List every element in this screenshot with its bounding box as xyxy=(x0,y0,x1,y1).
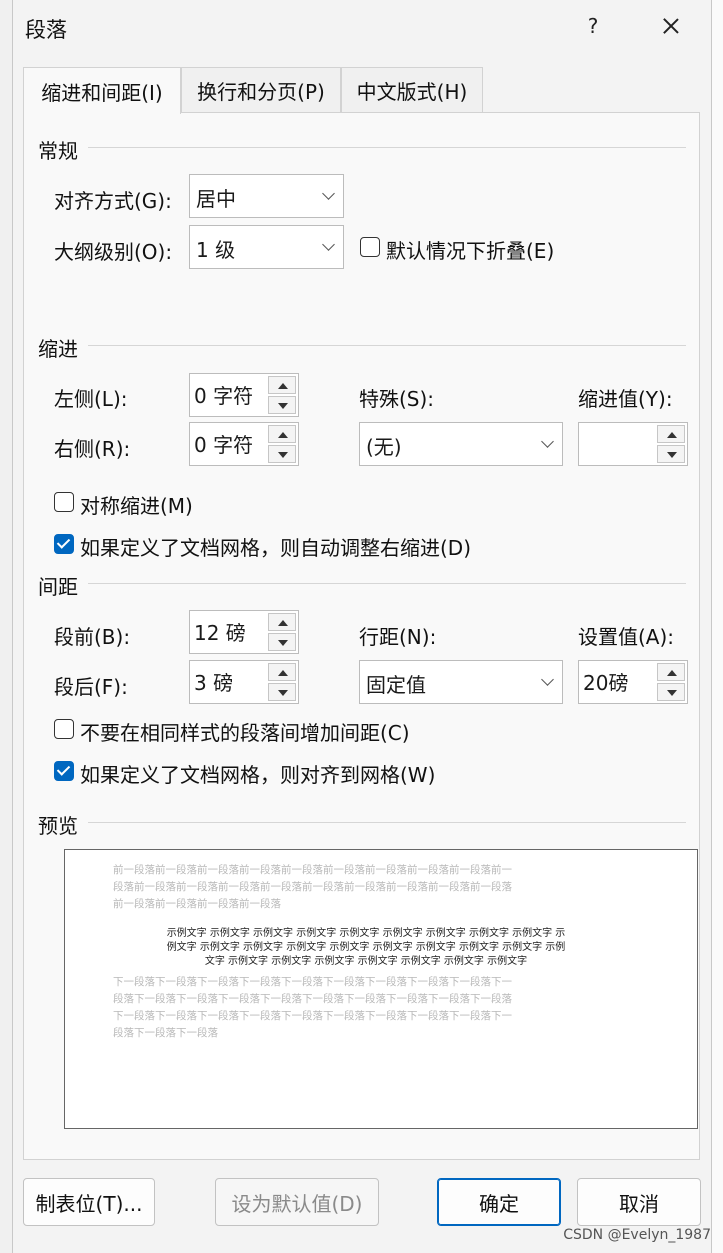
spin-up-icon[interactable] xyxy=(268,425,296,443)
outline-level-label: 大纲级别(O): xyxy=(54,240,173,264)
no-space-same-style-checkbox[interactable] xyxy=(54,719,74,739)
spinner-buttons xyxy=(268,663,296,701)
tab-panel: 常规 对齐方式(G): 居中 大纲级别(O): 1 级 默认情况下折叠(E) 缩… xyxy=(23,112,700,1160)
title-bar: 段落 ? xyxy=(13,0,711,54)
alignment-label: 对齐方式(G): xyxy=(54,189,172,213)
chevron-down-icon xyxy=(541,673,554,686)
spin-down-icon[interactable] xyxy=(657,683,685,701)
background-window-left xyxy=(0,0,12,1253)
section-spacing-title: 间距 xyxy=(38,575,78,599)
indent-right-value: 0 字符 xyxy=(194,433,254,457)
close-icon[interactable] xyxy=(653,8,689,44)
set-as-default-button[interactable]: 设为默认值(D) xyxy=(215,1178,379,1226)
spin-up-icon[interactable] xyxy=(268,613,296,631)
tabs-button[interactable]: 制表位(T)... xyxy=(23,1178,155,1226)
preview-line: 前一段落前一段落前一段落前一段落前一段落前一段落前一段落前一段落前一段落前一 xyxy=(113,864,512,876)
line-spacing-at-value: 20磅 xyxy=(583,671,629,695)
outline-level-value: 1 级 xyxy=(196,238,236,262)
preview-line: 前一段落前一段落前一段落前一段落 xyxy=(113,898,281,910)
indent-by-spinner[interactable] xyxy=(578,422,688,466)
collapse-label: 默认情况下折叠(E) xyxy=(386,239,555,263)
cancel-button[interactable]: 取消 xyxy=(577,1178,701,1226)
indent-by-label: 缩进值(Y): xyxy=(578,387,673,411)
indent-left-spinner[interactable]: 0 字符 xyxy=(189,373,299,417)
divider xyxy=(88,147,686,148)
space-after-label: 段后(F): xyxy=(54,675,128,699)
spin-down-icon[interactable] xyxy=(268,683,296,701)
preview-box: 前一段落前一段落前一段落前一段落前一段落前一段落前一段落前一段落前一段落前一 段… xyxy=(64,849,698,1129)
alignment-value: 居中 xyxy=(196,187,236,211)
section-general-title: 常规 xyxy=(38,139,78,163)
divider xyxy=(88,822,686,823)
line-spacing-value: 固定值 xyxy=(366,673,426,697)
line-spacing-label: 行距(N): xyxy=(359,625,437,649)
spin-down-icon[interactable] xyxy=(268,396,296,414)
spinner-buttons xyxy=(657,425,685,463)
section-preview-title: 预览 xyxy=(38,814,78,838)
space-before-value: 12 磅 xyxy=(194,621,246,645)
alignment-select[interactable]: 居中 xyxy=(189,174,344,218)
chevron-down-icon xyxy=(322,187,335,200)
spin-up-icon[interactable] xyxy=(657,663,685,681)
collapse-checkbox[interactable] xyxy=(360,237,380,257)
spin-up-icon[interactable] xyxy=(657,425,685,443)
special-indent-value: (无) xyxy=(366,435,402,459)
indent-right-spinner[interactable]: 0 字符 xyxy=(189,422,299,466)
watermark-text: CSDN @Evelyn_1987 xyxy=(563,1227,711,1243)
help-button[interactable]: ? xyxy=(583,14,603,38)
spin-up-icon[interactable] xyxy=(268,663,296,681)
preview-line: 文字 示例文字 示例文字 示例文字 示例文字 示例文字 示例文字 示例文字 xyxy=(204,956,528,967)
line-spacing-at-spinner[interactable]: 20磅 xyxy=(578,660,688,704)
space-after-value: 3 磅 xyxy=(194,671,234,695)
mirror-indent-label: 对称缩进(M) xyxy=(80,494,193,518)
special-indent-label: 特殊(S): xyxy=(359,387,435,411)
preview-line: 例文字 示例文字 示例文字 示例文字 示例文字 示例文字 示例文字 示例文字 示… xyxy=(166,942,566,953)
space-before-spinner[interactable]: 12 磅 xyxy=(189,610,299,654)
divider xyxy=(88,345,686,346)
preview-sample-paragraph: 示例文字 示例文字 示例文字 示例文字 示例文字 示例文字 示例文字 示例文字 … xyxy=(113,927,619,969)
section-indent-title: 缩进 xyxy=(38,337,78,361)
outline-level-select[interactable]: 1 级 xyxy=(189,225,344,269)
preview-next-paragraph: 下一段落下一段落下一段落下一段落下一段落下一段落下一段落下一段落下一段落下一 段… xyxy=(113,974,619,1042)
preview-line: 示例文字 示例文字 示例文字 示例文字 示例文字 示例文字 示例文字 示例文字 … xyxy=(166,928,566,939)
auto-right-indent-checkbox[interactable] xyxy=(54,534,74,554)
preview-line: 段落前一段落前一段落前一段落前一段落前一段落前一段落前一段落前一段落前一段落 xyxy=(113,881,512,893)
snap-to-grid-checkbox[interactable] xyxy=(54,761,74,781)
line-spacing-select[interactable]: 固定值 xyxy=(359,660,563,704)
no-space-same-style-label: 不要在相同样式的段落间增加间距(C) xyxy=(80,721,410,745)
paragraph-dialog: 段落 ? 缩进和间距(I) 换行和分页(P) 中文版式(H) 常规 对齐方式(G… xyxy=(12,0,712,1253)
special-indent-select[interactable]: (无) xyxy=(359,422,563,466)
tab-indents-spacing[interactable]: 缩进和间距(I) xyxy=(23,67,181,114)
tab-line-page-breaks[interactable]: 换行和分页(P) xyxy=(181,67,341,112)
auto-right-indent-label: 如果定义了文档网格，则自动调整右缩进(D) xyxy=(80,536,472,560)
indent-right-label: 右侧(R): xyxy=(54,437,131,461)
mirror-indent-checkbox[interactable] xyxy=(54,492,74,512)
spinner-buttons xyxy=(268,376,296,414)
space-after-spinner[interactable]: 3 磅 xyxy=(189,660,299,704)
background-window-right xyxy=(711,0,723,1253)
spinner-buttons xyxy=(657,663,685,701)
spin-up-icon[interactable] xyxy=(268,376,296,394)
preview-line: 段落下一段落下一段落 xyxy=(113,1027,218,1039)
spinner-buttons xyxy=(268,613,296,651)
chevron-down-icon xyxy=(541,435,554,448)
chevron-down-icon xyxy=(322,238,335,251)
divider xyxy=(88,583,686,584)
space-before-label: 段前(B): xyxy=(54,625,131,649)
dialog-title: 段落 xyxy=(25,18,67,42)
preview-line: 下一段落下一段落下一段落下一段落下一段落下一段落下一段落下一段落下一段落下一 xyxy=(113,976,512,988)
spin-down-icon[interactable] xyxy=(268,633,296,651)
tab-asian-typography[interactable]: 中文版式(H) xyxy=(341,67,483,112)
ok-button[interactable]: 确定 xyxy=(437,1178,561,1226)
snap-to-grid-label: 如果定义了文档网格，则对齐到网格(W) xyxy=(80,763,436,787)
preview-line: 段落下一段落下一段落下一段落下一段落下一段落下一段落下一段落下一段落下一段落 xyxy=(113,993,512,1005)
spin-down-icon[interactable] xyxy=(268,445,296,463)
preview-line: 下一段落下一段落下一段落下一段落下一段落下一段落下一段落下一段落下一段落下一 xyxy=(113,1010,512,1022)
preview-previous-paragraph: 前一段落前一段落前一段落前一段落前一段落前一段落前一段落前一段落前一段落前一 段… xyxy=(113,862,619,913)
indent-left-label: 左侧(L): xyxy=(54,387,128,411)
line-spacing-at-label: 设置值(A): xyxy=(578,625,675,649)
spin-down-icon[interactable] xyxy=(657,445,685,463)
spinner-buttons xyxy=(268,425,296,463)
indent-left-value: 0 字符 xyxy=(194,384,254,408)
